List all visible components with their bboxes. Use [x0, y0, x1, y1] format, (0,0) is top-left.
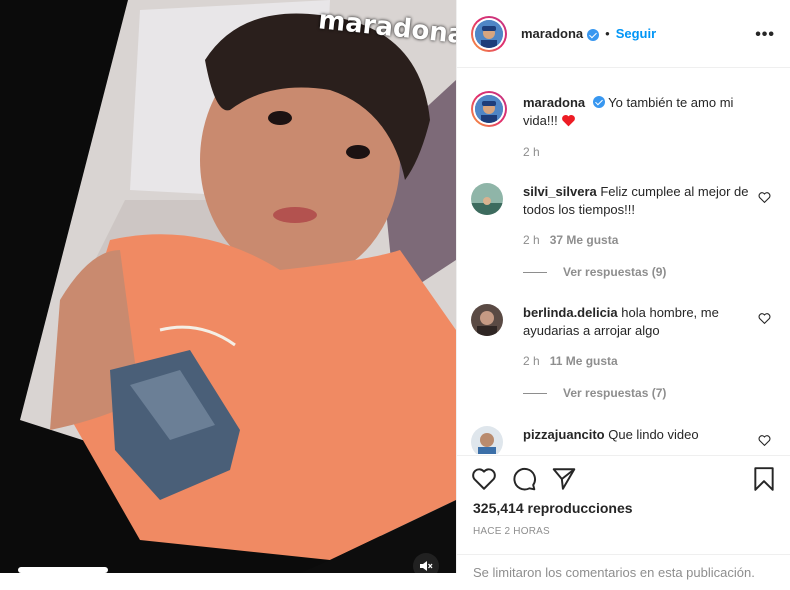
- comment-text: Que lindo video: [608, 427, 699, 442]
- mute-button[interactable]: [413, 553, 439, 573]
- separator: •: [605, 26, 610, 41]
- like-heart-icon[interactable]: [471, 466, 497, 492]
- caption-avatar-ring: [473, 93, 505, 125]
- video-frame: [0, 0, 456, 573]
- comment-bubble-icon[interactable]: [511, 466, 537, 492]
- speaker-muted-icon: [420, 561, 433, 571]
- comment-avatar[interactable]: [471, 183, 503, 215]
- caption-avatar-image: [475, 95, 503, 123]
- comment-body: berlinda.delicia hola hombre, me ayudari…: [523, 304, 753, 340]
- video-player[interactable]: maradona: [0, 0, 456, 573]
- view-replies-label: Ver respuestas (7): [563, 386, 667, 400]
- comment-meta: 2 h 37 Me gusta: [523, 233, 618, 247]
- share-send-icon[interactable]: [551, 466, 577, 492]
- avatar[interactable]: [471, 15, 507, 52]
- post-sidebar: maradona • Seguir ••• maradona Yo tambié…: [456, 0, 790, 580]
- avatar-ring: [473, 17, 505, 50]
- avatar-photo-icon: [475, 95, 503, 123]
- comment-avatar[interactable]: [471, 304, 503, 336]
- caption-time[interactable]: 2 h: [523, 145, 540, 159]
- comment-username[interactable]: berlinda.delicia: [523, 305, 618, 320]
- avatar-photo-icon: [471, 304, 503, 336]
- comment-item: berlinda.delicia hola hombre, me ayudari…: [471, 304, 781, 404]
- avatar-photo-icon: [471, 183, 503, 215]
- follow-button[interactable]: Seguir: [616, 26, 656, 41]
- verified-badge-icon: [587, 28, 600, 41]
- comment-body: silvi_silvera Feliz cumplee al mejor de …: [523, 183, 753, 219]
- view-replies-button[interactable]: Ver respuestas (9): [523, 265, 666, 279]
- replies-divider: [523, 271, 547, 273]
- like-heart-icon[interactable]: [758, 312, 771, 325]
- comment-likes[interactable]: 37 Me gusta: [550, 233, 619, 247]
- verified-badge-icon: [592, 96, 605, 108]
- caption: maradona Yo también te amo mi vida!!! 2 …: [471, 91, 781, 161]
- caption-username[interactable]: maradona: [523, 95, 585, 110]
- comments-list[interactable]: maradona Yo también te amo mi vida!!! 2 …: [457, 69, 790, 454]
- comment-likes[interactable]: 11 Me gusta: [550, 354, 618, 368]
- comment-time[interactable]: 2 h: [523, 354, 540, 368]
- caption-body: maradona Yo también te amo mi vida!!!: [523, 94, 763, 130]
- like-heart-icon[interactable]: [758, 434, 771, 447]
- comment-item: pizzajuancito Que lindo video: [471, 426, 781, 454]
- comment-body: pizzajuancito Que lindo video: [523, 426, 753, 444]
- like-heart-icon[interactable]: [758, 191, 771, 204]
- avatar-photo-icon: [471, 426, 503, 454]
- comment-item: silvi_silvera Feliz cumplee al mejor de …: [471, 183, 781, 283]
- header-username[interactable]: maradona: [521, 26, 583, 41]
- post-actions: 325,414 reproducciones HACE 2 HORAS Se l…: [457, 455, 790, 580]
- replies-divider: [523, 392, 547, 394]
- avatar-photo-icon: [475, 19, 503, 48]
- instagram-post: maradona maradona • Seguir ••• maradona …: [0, 0, 790, 580]
- comment-avatar[interactable]: [471, 426, 503, 454]
- caption-avatar[interactable]: [471, 91, 507, 127]
- view-replies-button[interactable]: Ver respuestas (7): [523, 386, 666, 400]
- more-options-icon[interactable]: •••: [755, 26, 775, 44]
- limited-comments-notice: Se limitaron los comentarios en esta pub…: [457, 554, 790, 590]
- views-count[interactable]: 325,414 reproducciones: [473, 500, 633, 516]
- post-header: maradona • Seguir •••: [457, 0, 790, 68]
- comment-time[interactable]: 2 h: [523, 233, 540, 247]
- comment-meta: 2 h 11 Me gusta: [523, 354, 618, 368]
- comment-username[interactable]: pizzajuancito: [523, 427, 605, 442]
- red-heart-icon: [562, 115, 576, 127]
- bookmark-icon[interactable]: [751, 466, 777, 492]
- view-replies-label: Ver respuestas (9): [563, 265, 667, 279]
- comment-username[interactable]: silvi_silvera: [523, 184, 597, 199]
- avatar-image: [475, 19, 503, 48]
- video-progress-bar[interactable]: [18, 567, 108, 573]
- post-time[interactable]: HACE 2 HORAS: [473, 526, 550, 537]
- action-icons: [471, 466, 777, 494]
